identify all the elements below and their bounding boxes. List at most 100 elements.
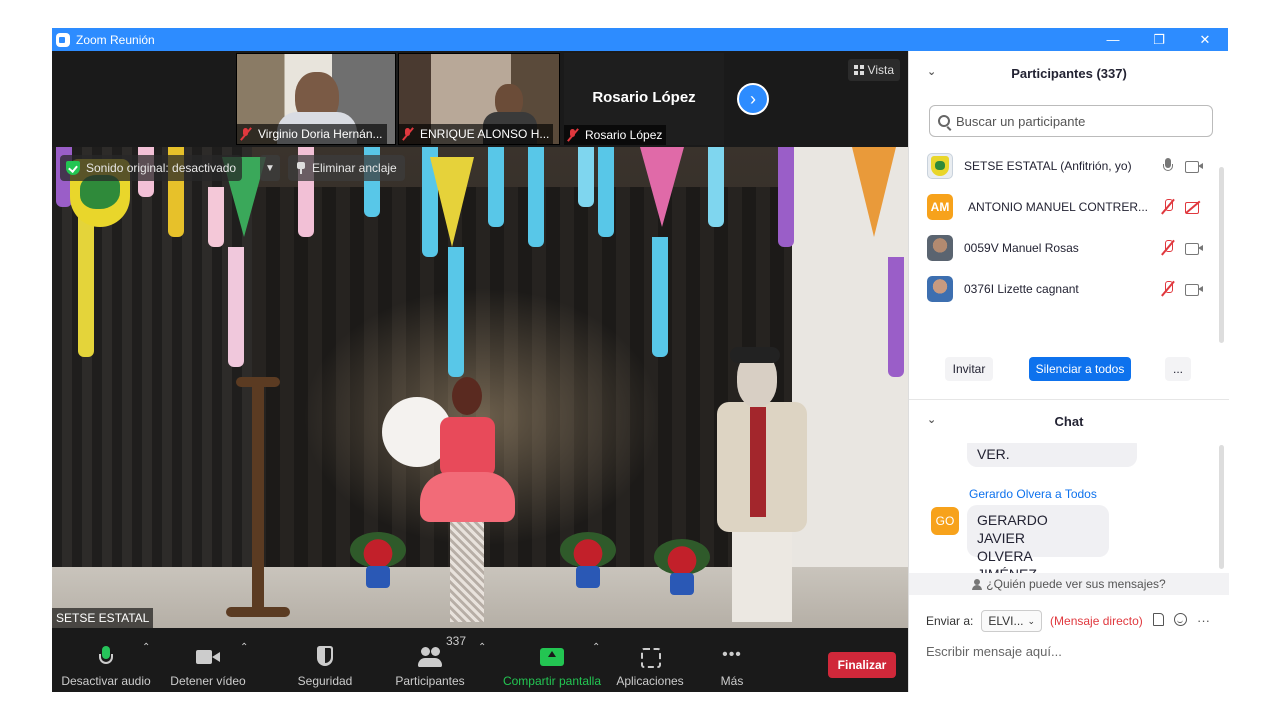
participant-row[interactable]: AM ANTONIO MANUEL CONTRER... [909, 186, 1219, 227]
participant-thumbnail[interactable]: ENRIQUE ALONSO H... [398, 53, 560, 145]
window-title: Zoom Reunión [76, 32, 155, 47]
microphone-muted-icon[interactable] [1161, 198, 1175, 215]
share-screen-button[interactable]: Compartir pantalla [500, 634, 604, 688]
chevron-down-icon[interactable]: ⌄ [927, 65, 936, 78]
audio-options-caret[interactable]: ⌃ [142, 642, 150, 653]
participant-list: SETSE ESTATAL (Anfitrión, yo) AM ANTONIO… [909, 145, 1219, 313]
chat-sender[interactable]: Gerardo Olvera a Todos [969, 487, 1097, 501]
video-options-caret[interactable]: ⌃ [240, 642, 248, 653]
more-button[interactable]: Más [712, 634, 752, 688]
participants-count: 337 [446, 634, 467, 648]
video-camera-icon [1185, 282, 1203, 296]
participant-row[interactable]: 0376I Lizette cagnant [909, 268, 1219, 309]
pinata [430, 157, 474, 247]
coat-rack [226, 377, 290, 617]
decoration [778, 147, 794, 247]
unpin-button[interactable]: Eliminar anclaje [288, 155, 405, 181]
thumbnail-name: ENRIQUE ALONSO H... [399, 124, 554, 144]
chevron-down-icon[interactable]: ⌄ [927, 413, 936, 426]
shield-icon [313, 646, 337, 668]
view-button[interactable]: Vista [847, 59, 900, 81]
chat-scrollbar[interactable] [1219, 445, 1224, 569]
participants-header: ⌄ Participantes (337) [927, 65, 1127, 81]
emoji-icon[interactable] [1174, 613, 1187, 626]
microphone-muted-icon[interactable] [1161, 280, 1175, 297]
side-panel: ⌄ Participantes (337) Buscar un particip… [908, 51, 1229, 692]
decoration [888, 257, 904, 377]
mute-audio-button[interactable]: Desactivar audio [61, 634, 151, 688]
microphone-icon [94, 646, 118, 668]
decoration [578, 147, 594, 207]
close-button[interactable]: ✕ [1182, 28, 1228, 51]
participant-search-input[interactable]: Buscar un participante [929, 105, 1213, 137]
mute-all-button[interactable]: Silenciar a todos [1029, 357, 1131, 381]
recipient-select[interactable]: ELVI... ⌄ [981, 610, 1043, 632]
chat-messages: VER. Gerardo Olvera a Todos GO GERARDO J… [909, 443, 1229, 573]
chat-message: GERARDO JAVIER OLVERA JIMÉNEZ. [967, 505, 1109, 573]
participant-thumbnail[interactable]: Rosario López Rosario López [564, 53, 724, 145]
participant-row[interactable] [909, 309, 1219, 313]
chat-header: ⌄ Chat [927, 413, 1084, 429]
end-meeting-button[interactable]: Finalizar [828, 652, 896, 678]
more-dots-icon[interactable]: ··· [1197, 613, 1210, 628]
gallery-strip: Virginio Doria Hernán... ENRIQUE ALONSO … [52, 51, 908, 147]
participant-row[interactable]: SETSE ESTATAL (Anfitrión, yo) [909, 145, 1219, 186]
title-bar: Zoom Reunión — ❐ ✕ [52, 28, 1228, 51]
avatar [927, 234, 953, 261]
decoration [448, 247, 464, 377]
participant-actions: Invitar Silenciar a todos ... [909, 357, 1229, 387]
apps-button[interactable]: Aplicaciones [614, 634, 686, 688]
microphone-muted-icon[interactable] [1161, 239, 1175, 256]
pin-icon [296, 162, 306, 174]
avatar: GO [931, 507, 959, 535]
security-button[interactable]: Seguridad [292, 634, 358, 688]
next-page-button[interactable]: › [737, 83, 769, 115]
stop-video-button[interactable]: Detener vídeo [168, 634, 248, 688]
invite-button[interactable]: Invitar [945, 357, 993, 381]
apps-icon [638, 646, 662, 668]
participant-row[interactable]: 0059V Manuel Rosas [909, 227, 1219, 268]
thumbnail-name: Virginio Doria Hernán... [237, 124, 387, 144]
minimize-button[interactable]: — [1090, 28, 1136, 51]
microphone-icon[interactable] [1161, 157, 1175, 174]
direct-message-label: (Mensaje directo) [1050, 614, 1143, 628]
meeting-toolbar: Desactivar audio ⌃ Detener vídeo ⌃ Segur… [52, 628, 908, 692]
avatar: AM [927, 193, 953, 220]
more-options-button[interactable]: ... [1165, 357, 1191, 381]
file-icon[interactable] [1153, 613, 1164, 626]
poinsettia-plant [560, 532, 616, 592]
video-area: Virginio Doria Hernán... ENRIQUE ALONSO … [52, 51, 908, 628]
chevron-down-icon: ⌄ [1027, 615, 1036, 626]
video-camera-icon [1185, 241, 1203, 255]
shield-check-icon [66, 161, 80, 175]
participant-list-scrollbar[interactable] [1219, 167, 1224, 343]
chevron-down-icon: ▼ [265, 162, 275, 174]
decoration [488, 147, 504, 227]
video-off-icon [1185, 200, 1203, 214]
mic-muted-icon [239, 127, 253, 141]
decoration [78, 217, 94, 357]
share-options-caret[interactable]: ⌃ [592, 642, 600, 653]
search-icon [938, 115, 950, 127]
chat-message-input[interactable]: Escribir mensaje aquí... [926, 639, 1216, 663]
pinata [640, 147, 684, 227]
poinsettia-plant [654, 539, 710, 599]
original-sound-dropdown[interactable]: ▼ [260, 155, 280, 181]
main-video[interactable]: Sonido original: desactivado ▼ Eliminar … [52, 147, 908, 628]
participants-options-caret[interactable]: ⌃ [478, 642, 486, 653]
more-dots-icon [720, 646, 744, 668]
thumbnail-name: Rosario López [564, 125, 667, 145]
decoration [598, 147, 614, 237]
mic-muted-icon [566, 128, 580, 142]
pinata [852, 147, 896, 237]
divider [909, 399, 1229, 400]
participant-thumbnail[interactable]: Virginio Doria Hernán... [236, 53, 396, 145]
restore-button[interactable]: ❐ [1136, 28, 1182, 51]
who-can-see-messages-link[interactable]: ¿Quién puede ver sus mensajes? [909, 573, 1229, 595]
video-camera-icon [1185, 159, 1203, 173]
chat-tools: ··· [1153, 613, 1210, 628]
decoration [708, 147, 724, 227]
original-sound-toggle[interactable]: Sonido original: desactivado [60, 155, 243, 181]
participants-icon [418, 646, 442, 668]
mic-muted-icon [401, 127, 415, 141]
